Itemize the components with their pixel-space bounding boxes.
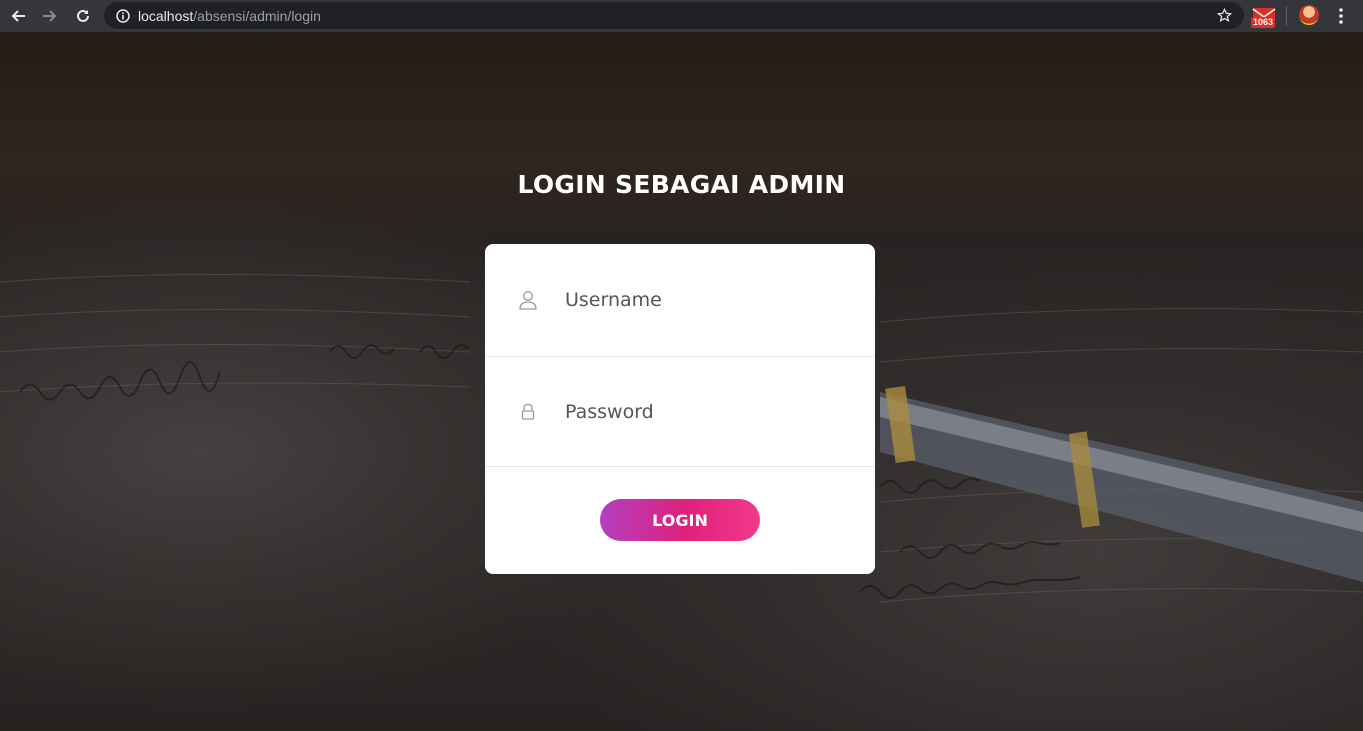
address-bar[interactable]: localhost/absensi/admin/login [104, 2, 1244, 29]
arrow-right-icon [43, 10, 57, 22]
reload-button[interactable] [67, 0, 99, 32]
mail-count-badge: 1063 [1251, 17, 1276, 28]
username-field [485, 244, 875, 357]
user-icon [519, 291, 537, 310]
arrow-left-icon [11, 10, 25, 22]
url-text: localhost/absensi/admin/login [138, 8, 321, 24]
login-button[interactable]: LOGIN [600, 499, 760, 541]
toolbar-divider [1286, 6, 1287, 26]
forward-button[interactable] [34, 0, 66, 32]
username-input[interactable] [565, 280, 855, 320]
reload-icon [77, 9, 89, 22]
lock-icon [521, 403, 535, 420]
url-host: localhost [138, 7, 194, 24]
page-title: LOGIN SEBAGAI ADMIN [517, 170, 846, 199]
login-card: LOGIN [485, 244, 875, 574]
back-button[interactable] [2, 0, 34, 32]
profile-avatar[interactable] [1299, 5, 1319, 25]
url-path: /absensi/admin/login [193, 7, 321, 24]
browser-toolbar: localhost/absensi/admin/login 1063 [0, 0, 1363, 32]
info-icon[interactable] [116, 8, 130, 23]
more-vert-icon[interactable] [1334, 7, 1348, 25]
password-input[interactable] [565, 391, 855, 432]
star-icon[interactable] [1217, 8, 1232, 23]
login-page: LOGIN SEBAGAI ADMIN LOGIN [0, 32, 1363, 731]
password-field [485, 357, 875, 467]
